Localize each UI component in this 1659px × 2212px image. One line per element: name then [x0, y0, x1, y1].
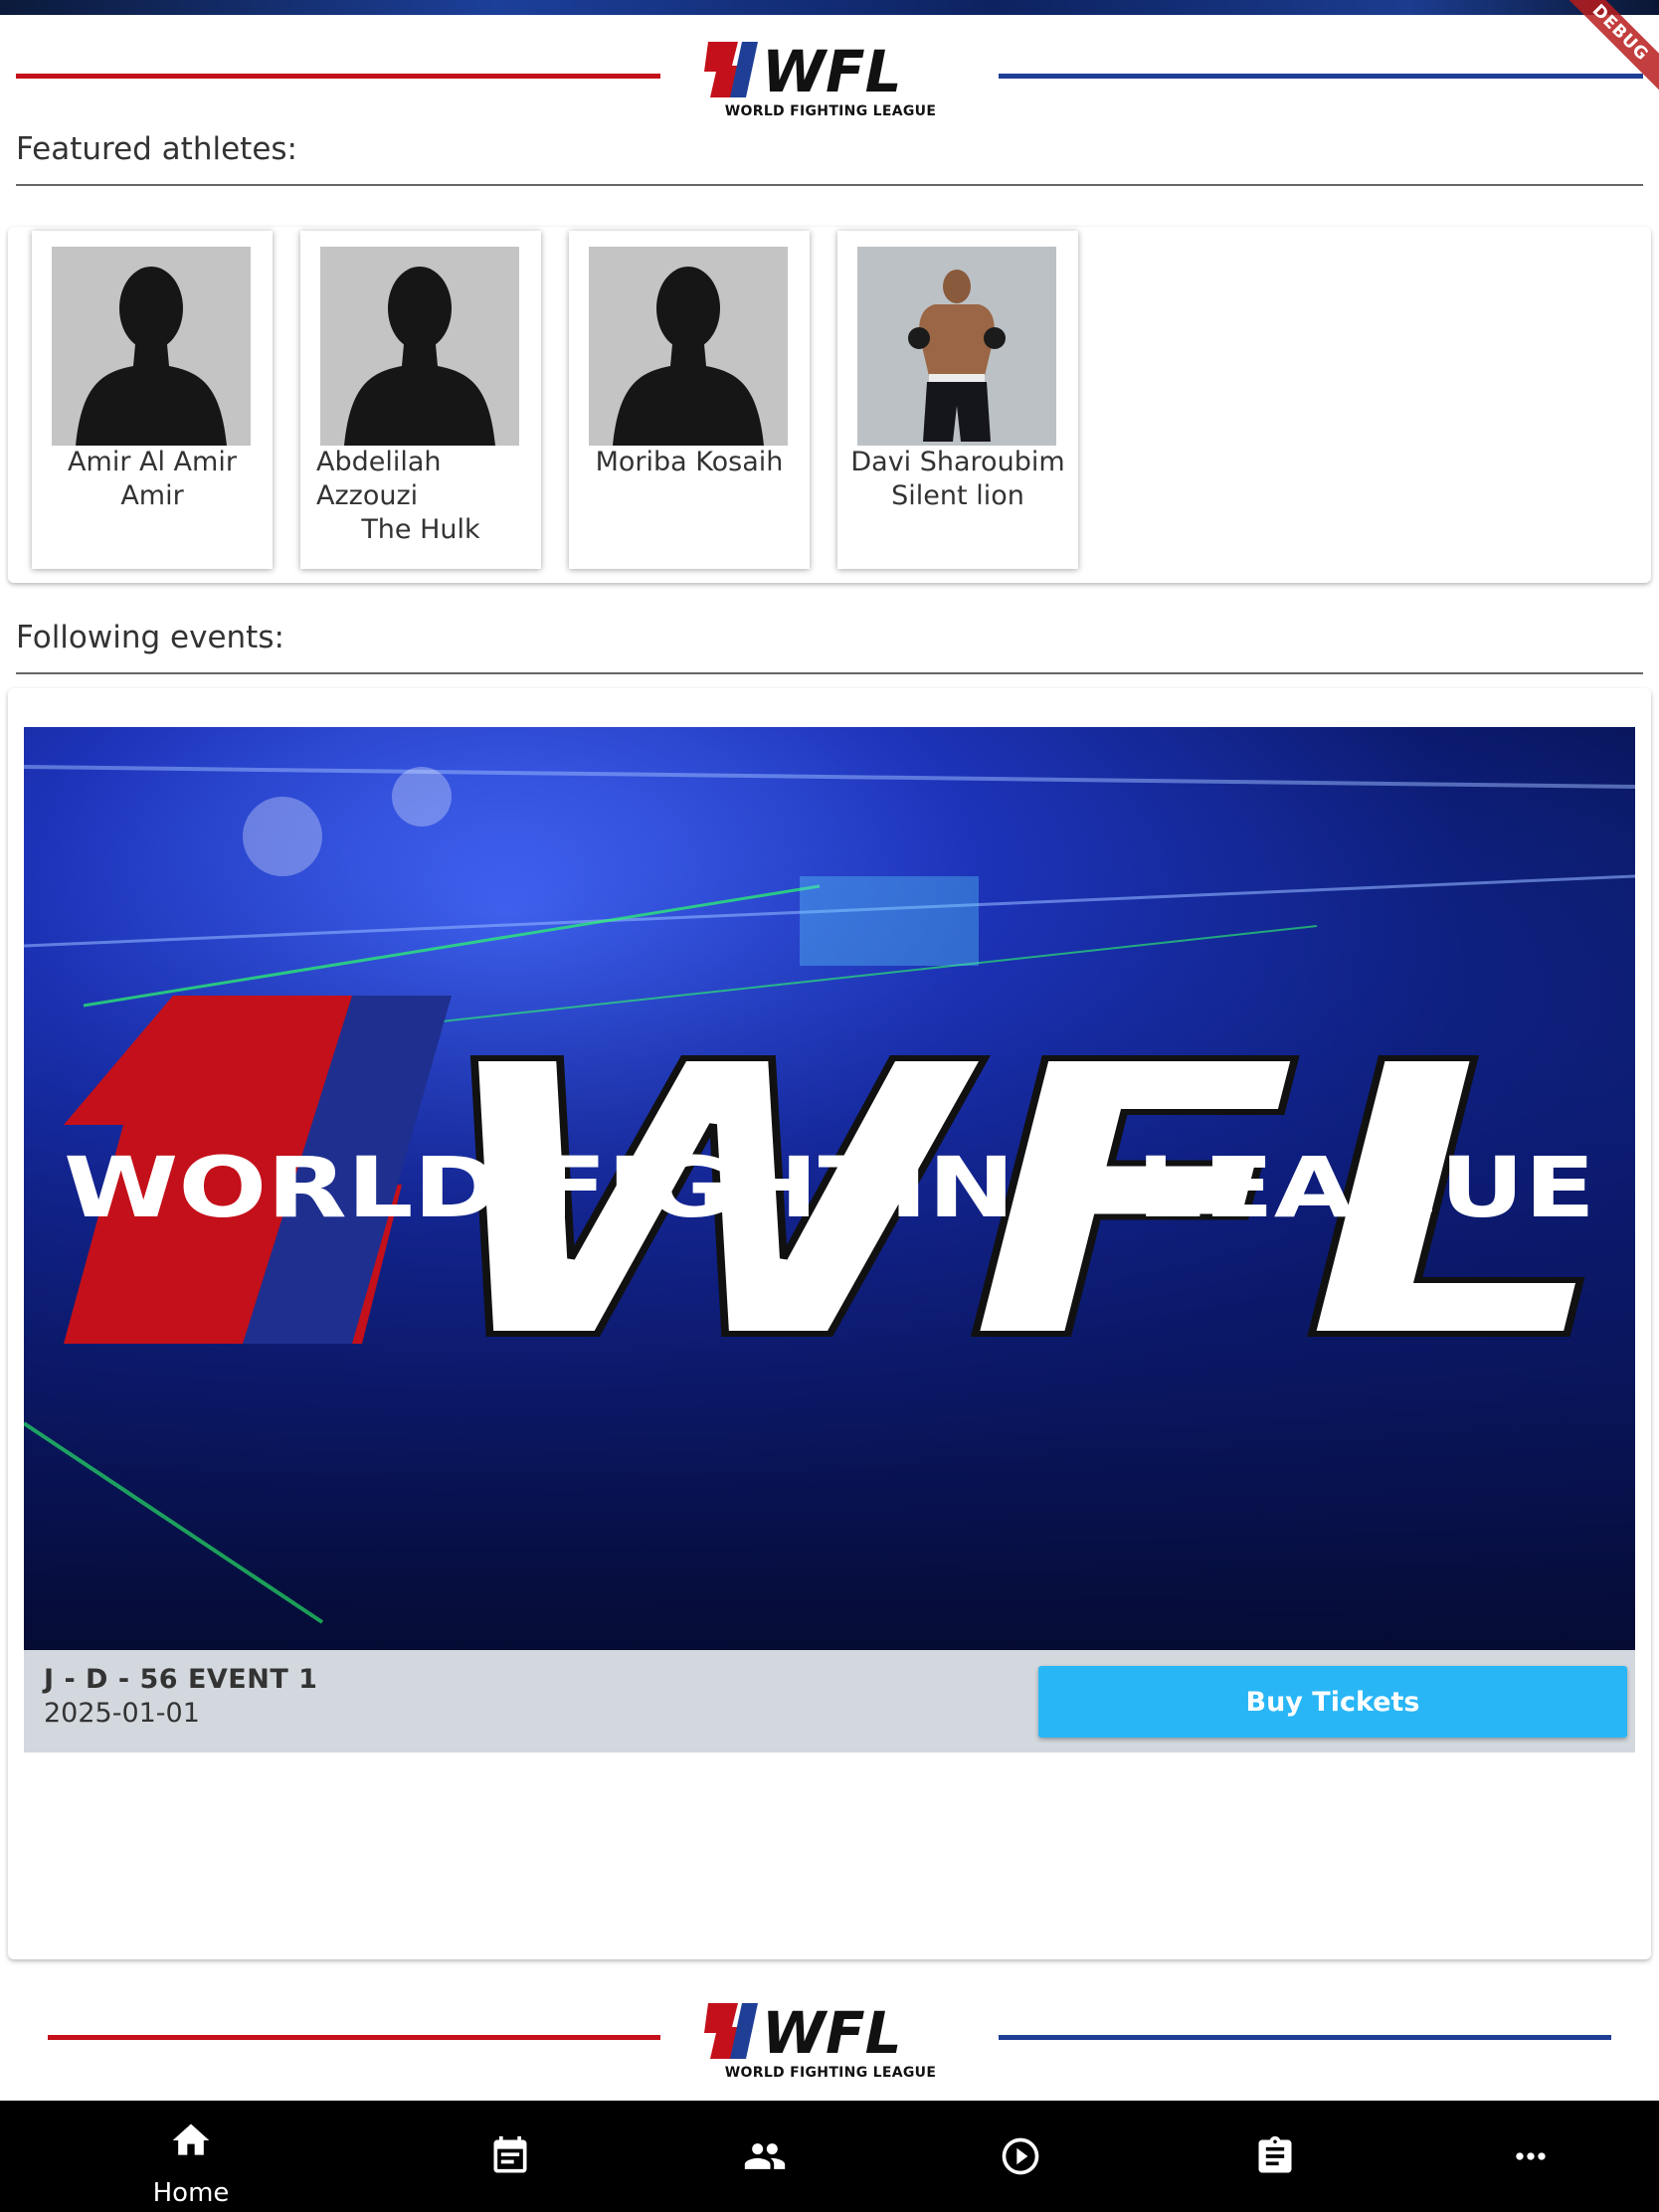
athlete-name: Amir Al Amir	[68, 447, 237, 477]
athlete-nickname: Amir	[120, 480, 184, 511]
buy-tickets-button[interactable]: Buy Tickets	[1038, 1666, 1627, 1738]
header-blue-line	[999, 74, 1643, 79]
footer-red-line	[48, 2035, 660, 2040]
nav-item-events[interactable]	[436, 2101, 585, 2212]
events-section-divider	[16, 672, 1643, 674]
footer-logo: WFL WORLD FIGHTING LEAGUE	[696, 1997, 965, 2083]
athlete-name: Abdelilah Azzouzi	[316, 447, 442, 511]
people-icon	[743, 2134, 787, 2178]
nav-item-home[interactable]: Home	[116, 2101, 266, 2212]
play-circle-icon	[999, 2134, 1042, 2178]
footer-blue-line	[999, 2035, 1611, 2040]
status-bar	[0, 0, 1659, 15]
athlete-card[interactable]: Davi Sharoubim Silent lion	[837, 231, 1078, 569]
athlete-nickname-row: The Hulk	[300, 513, 541, 547]
nav-label-home: Home	[152, 2178, 230, 2208]
event-banner-text: WORLD FIGHTING LEAGUE	[64, 1139, 1595, 1236]
athlete-card[interactable]: Moriba Kosaih	[569, 231, 810, 569]
events-section-title: Following events:	[16, 620, 284, 655]
athlete-nickname: Silent lion	[891, 480, 1024, 511]
athlete-photo	[857, 247, 1056, 446]
calendar-icon	[488, 2134, 532, 2178]
debug-banner: DEBUG	[1551, 0, 1659, 102]
clipboard-icon	[1253, 2134, 1297, 2178]
athlete-name-block: Amir Al Amir Amir	[32, 446, 273, 513]
athlete-name: Moriba Kosaih	[595, 447, 784, 477]
athlete-photo-placeholder	[589, 247, 788, 446]
nav-item-more[interactable]	[1456, 2101, 1605, 2212]
more-horizontal-icon	[1509, 2134, 1553, 2178]
nav-item-results[interactable]	[1200, 2101, 1350, 2212]
athlete-nickname: The Hulk	[361, 514, 480, 545]
event-banner-image[interactable]: WFL WORLD FIGHTING LEAGUE	[24, 727, 1635, 1650]
athlete-photo-placeholder	[320, 247, 519, 446]
home-icon	[169, 2119, 213, 2162]
athletes-section-title: Featured athletes:	[16, 131, 297, 167]
event-date: 2025-01-01	[44, 1698, 200, 1729]
bottom-navigation-bar: Home	[0, 2101, 1659, 2212]
event-name: J - D - 56 EVENT 1	[44, 1664, 318, 1695]
header-logo-mark: WFL	[762, 38, 902, 105]
athlete-name-block: Moriba Kosaih	[569, 446, 810, 479]
header-red-line	[16, 74, 660, 79]
header-logo-subtitle: WORLD FIGHTING LEAGUE	[724, 103, 937, 119]
athlete-card[interactable]: Abdelilah Azzouzi The Hulk	[300, 231, 541, 569]
athlete-name-block: Abdelilah Azzouzi	[300, 446, 499, 513]
athlete-name: Davi Sharoubim	[850, 447, 1065, 477]
nav-item-athletes[interactable]	[690, 2101, 839, 2212]
header-logo: WFL WORLD FIGHTING LEAGUE	[696, 36, 965, 121]
athlete-photo-placeholder	[52, 247, 251, 446]
nav-item-videos[interactable]	[946, 2101, 1095, 2212]
footer-logo-subtitle: WORLD FIGHTING LEAGUE	[724, 2065, 937, 2081]
footer-logo-mark: WFL	[762, 1999, 902, 2067]
athlete-name-block: Davi Sharoubim Silent lion	[837, 446, 1078, 513]
event-footer: J - D - 56 EVENT 1 2025-01-01 Buy Ticket…	[24, 1650, 1635, 1752]
athletes-section-divider	[16, 184, 1643, 186]
athlete-card[interactable]: Amir Al Amir Amir	[32, 231, 273, 569]
